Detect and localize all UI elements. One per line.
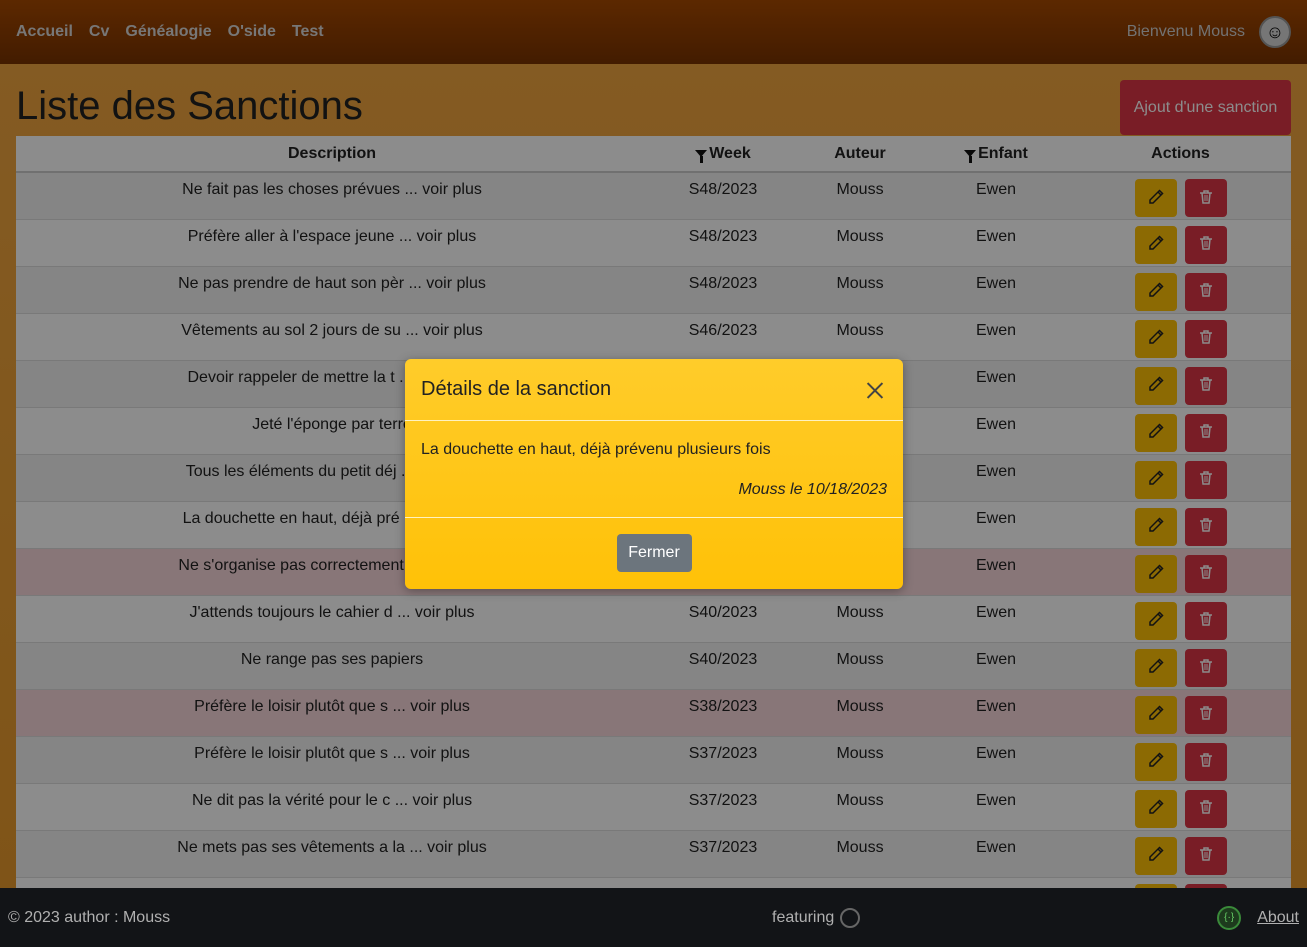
modal-author-date: Mouss le 10/18/2023 <box>738 481 887 498</box>
featuring-label: featuring <box>772 908 835 926</box>
modal-header: Détails de la sanction <box>405 359 903 421</box>
footer-right: {·} About <box>1217 905 1299 930</box>
modal-description: La douchette en haut, déjà prévenu plusi… <box>421 441 771 458</box>
featuring: featuring <box>772 888 861 947</box>
footer: © 2023 author : Mouss featuring {·} Abou… <box>0 888 1307 947</box>
close-icon[interactable] <box>863 378 887 402</box>
openai-icon <box>840 907 861 928</box>
about-link[interactable]: About <box>1257 909 1299 927</box>
sanction-details-modal: Détails de la sanction La douchette en h… <box>405 359 903 589</box>
modal-title: Détails de la sanction <box>421 378 612 400</box>
copyright: © 2023 author : Mouss <box>8 908 171 926</box>
close-modal-button[interactable]: Fermer <box>616 534 692 572</box>
modal-footer: Fermer <box>405 518 903 588</box>
code-logo-icon: {·} <box>1217 905 1242 930</box>
modal-body: La douchette en haut, déjà prévenu plusi… <box>405 421 903 518</box>
